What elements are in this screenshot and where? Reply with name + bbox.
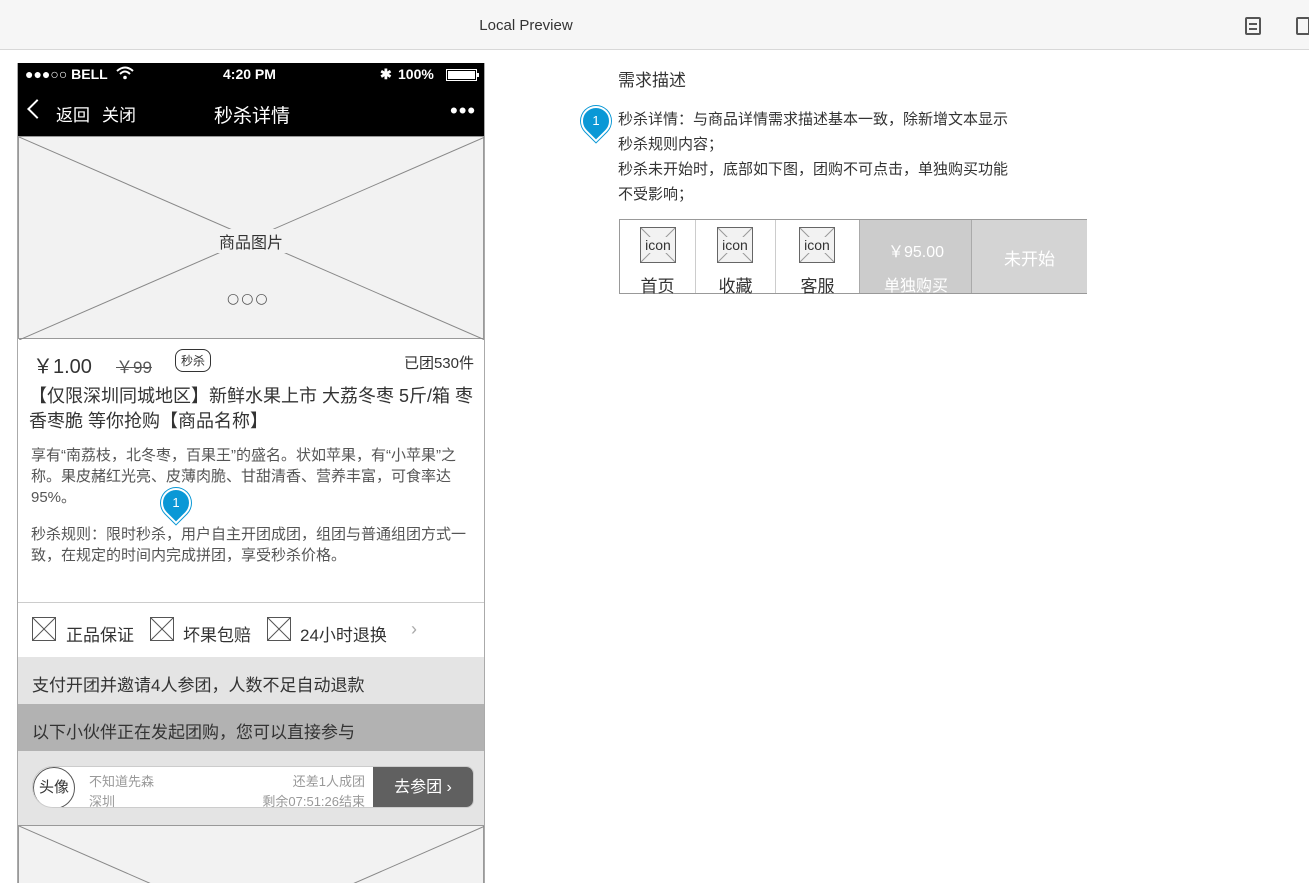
requirement-line: 秒杀规则内容； bbox=[618, 136, 724, 153]
requirement-line: 不受影响； bbox=[618, 186, 694, 203]
join-group-text: 以下小伙伴正在发起团购，您可以直接参与 bbox=[32, 723, 355, 742]
document-icon[interactable] bbox=[1245, 17, 1261, 35]
requirement-line: 秒杀详情：与商品详情需求描述基本一致，除新增文本显示 bbox=[618, 111, 1009, 128]
buy-alone-button[interactable]: ￥95.00 单独购买 bbox=[859, 220, 972, 295]
detail-image-placeholder bbox=[18, 825, 484, 883]
wifi-icon bbox=[116, 66, 134, 83]
bluetooth-icon: ✱ bbox=[380, 66, 392, 82]
product-image-placeholder[interactable]: 商品图片 ○○○ bbox=[18, 136, 484, 340]
seckill-price: ￥1.00 bbox=[33, 356, 92, 378]
group-countdown: 剩余07:51:26结束 bbox=[262, 794, 365, 808]
group-list-item: 头像 不知道先森 深圳 还差1人成团 剩余07:51:26结束 去参团 › bbox=[18, 751, 484, 826]
clock: 4:20 PM bbox=[223, 66, 276, 82]
avatar: 头像 bbox=[33, 767, 75, 807]
carousel-dots[interactable]: ○○○ bbox=[227, 291, 270, 307]
more-icon[interactable]: ••• bbox=[450, 100, 476, 122]
page-title: 秒杀详情 bbox=[213, 106, 290, 127]
group-leader-name: 不知道先森 bbox=[89, 774, 155, 789]
tab-service[interactable]: icon 客服 bbox=[776, 220, 859, 296]
open-group-banner: 支付开团并邀请4人参团，人数不足自动退款 bbox=[18, 657, 484, 704]
requirement-title: 需求描述 bbox=[618, 71, 686, 90]
product-name: 【仅限深圳同城地区】新鲜水果上市 大荔冬枣 5斤/箱 枣香枣脆 等你抢购【商品名… bbox=[29, 386, 474, 431]
battery-icon bbox=[446, 68, 480, 84]
buy-alone-label: 单独购买 bbox=[883, 278, 948, 295]
group-need: 还差1人成团 bbox=[292, 774, 365, 789]
icon-placeholder-text: icon bbox=[718, 237, 752, 253]
product-image-label: 商品图片 bbox=[215, 229, 288, 253]
join-group-banner: 以下小伙伴正在发起团购，您可以直接参与 bbox=[18, 704, 484, 751]
seckill-badge: 秒杀 bbox=[175, 349, 212, 372]
battery-percent: 100% bbox=[398, 66, 434, 82]
carrier: ●●●○○ BELL bbox=[25, 66, 108, 82]
guarantee-row[interactable]: 正品保证 坏果包赔 24小时退换 › bbox=[18, 602, 484, 658]
phone-mockup: ●●●○○ BELL 4:20 PM ✱ 100% 返回 关闭 秒杀详情 •••… bbox=[17, 63, 485, 883]
requirement-line: 秒杀未开始时，底部如下图，团购不可点击，单独购买功能 bbox=[618, 161, 1009, 178]
price-row: ￥1.00 ￥99 秒杀 已团530件 bbox=[18, 348, 484, 378]
seckill-rule: 秒杀规则：限时秒杀，用户自主开团成团，组团与普通组团方式一致，在规定的时间内完成… bbox=[31, 526, 467, 564]
not-started-button: 未开始 bbox=[971, 220, 1087, 293]
window-title: Local Preview bbox=[479, 17, 573, 34]
placeholder-icon bbox=[150, 617, 174, 641]
guarantee-return: 24小时退换 bbox=[300, 626, 387, 645]
status-bar: ●●●○○ BELL 4:20 PM ✱ 100% bbox=[18, 63, 484, 85]
original-price: ￥99 bbox=[116, 358, 152, 377]
marker-number: 1 bbox=[172, 495, 180, 510]
nav-bar: 返回 关闭 秒杀详情 ••• bbox=[18, 85, 484, 136]
star-icon: icon bbox=[717, 227, 753, 263]
preview-toolbar: Local Preview bbox=[0, 0, 1309, 50]
chevron-right-icon[interactable]: › bbox=[411, 619, 417, 640]
sold-count: 已团530件 bbox=[403, 355, 474, 372]
bottom-bar-preview: icon 首页 icon 收藏 icon 客服 ￥95.00 单独购买 未开始 bbox=[619, 219, 1087, 296]
annotation-marker[interactable]: 1 bbox=[574, 99, 618, 143]
service-icon: icon bbox=[799, 227, 835, 263]
tab-favorite[interactable]: icon 收藏 bbox=[696, 220, 776, 296]
icon-placeholder-text: icon bbox=[800, 237, 834, 253]
tab-home-label: 首页 bbox=[640, 277, 675, 296]
tab-home[interactable]: icon 首页 bbox=[620, 220, 696, 296]
tab-favorite-label: 收藏 bbox=[718, 277, 753, 296]
placeholder-icon bbox=[32, 617, 56, 641]
group-city: 深圳 bbox=[89, 794, 116, 808]
requirement-text: 秒杀详情：与商品详情需求描述基本一致，除新增文本显示 秒杀规则内容； 秒杀未开始… bbox=[618, 107, 1058, 207]
join-group-button[interactable]: 去参团 › bbox=[373, 767, 473, 807]
close-icon[interactable] bbox=[1296, 17, 1309, 35]
product-description: 享有“南荔枝，北冬枣，百果王”的盛名。状如苹果，有“小苹果”之称。果皮赭红光亮、… bbox=[31, 447, 456, 506]
marker-number: 1 bbox=[592, 113, 600, 128]
placeholder-icon bbox=[267, 617, 291, 641]
open-group-text: 支付开团并邀请4人参团，人数不足自动退款 bbox=[32, 676, 365, 695]
buy-alone-price: ￥95.00 bbox=[887, 244, 945, 261]
guarantee-damage: 坏果包赔 bbox=[183, 626, 251, 645]
tab-service-label: 客服 bbox=[800, 277, 835, 296]
group-card: 头像 不知道先森 深圳 还差1人成团 剩余07:51:26结束 去参团 › bbox=[32, 766, 474, 808]
home-icon: icon bbox=[640, 227, 676, 263]
guarantee-authentic: 正品保证 bbox=[66, 626, 134, 645]
icon-placeholder-text: icon bbox=[641, 237, 675, 253]
